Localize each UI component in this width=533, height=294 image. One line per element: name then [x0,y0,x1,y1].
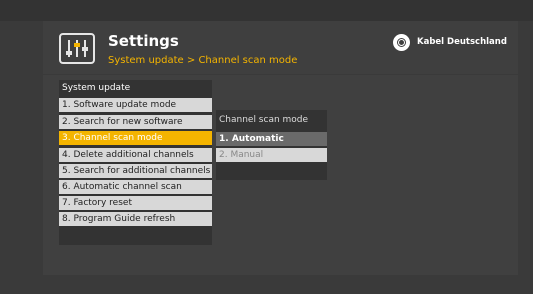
option-manual[interactable]: 2. Manual [216,148,327,162]
menu-item-search-additional-channels[interactable]: 5. Search for additional channels [59,164,212,178]
menu-title: System update [62,83,131,93]
slider-knob [66,51,72,55]
breadcrumb: System update > Channel scan mode [108,55,298,66]
menu-item-software-update-mode[interactable]: 1. Software update mode [59,98,212,112]
submenu-title: Channel scan mode [219,115,309,125]
page-title: Settings [108,32,179,50]
logo-dot [399,40,404,45]
menu-item-program-guide-refresh[interactable]: 8. Program Guide refresh [59,212,212,226]
top-bar [0,0,533,21]
menu-item-search-new-software[interactable]: 2. Search for new software [59,115,212,129]
slider-knob [82,47,88,51]
option-automatic[interactable]: 1. Automatic [216,132,327,146]
kabel-deutschland-logo-icon [393,34,410,51]
brand-name: Kabel Deutschland [417,37,507,47]
menu-item-factory-reset[interactable]: 7. Factory reset [59,196,212,210]
menu-item-automatic-channel-scan[interactable]: 6. Automatic channel scan [59,180,212,194]
equalizer-sliders-icon [59,33,95,64]
slider-knob-active [74,43,80,47]
menu-item-channel-scan-mode[interactable]: 3. Channel scan mode [59,131,212,145]
menu-item-delete-additional-channels[interactable]: 4. Delete additional channels [59,148,212,162]
